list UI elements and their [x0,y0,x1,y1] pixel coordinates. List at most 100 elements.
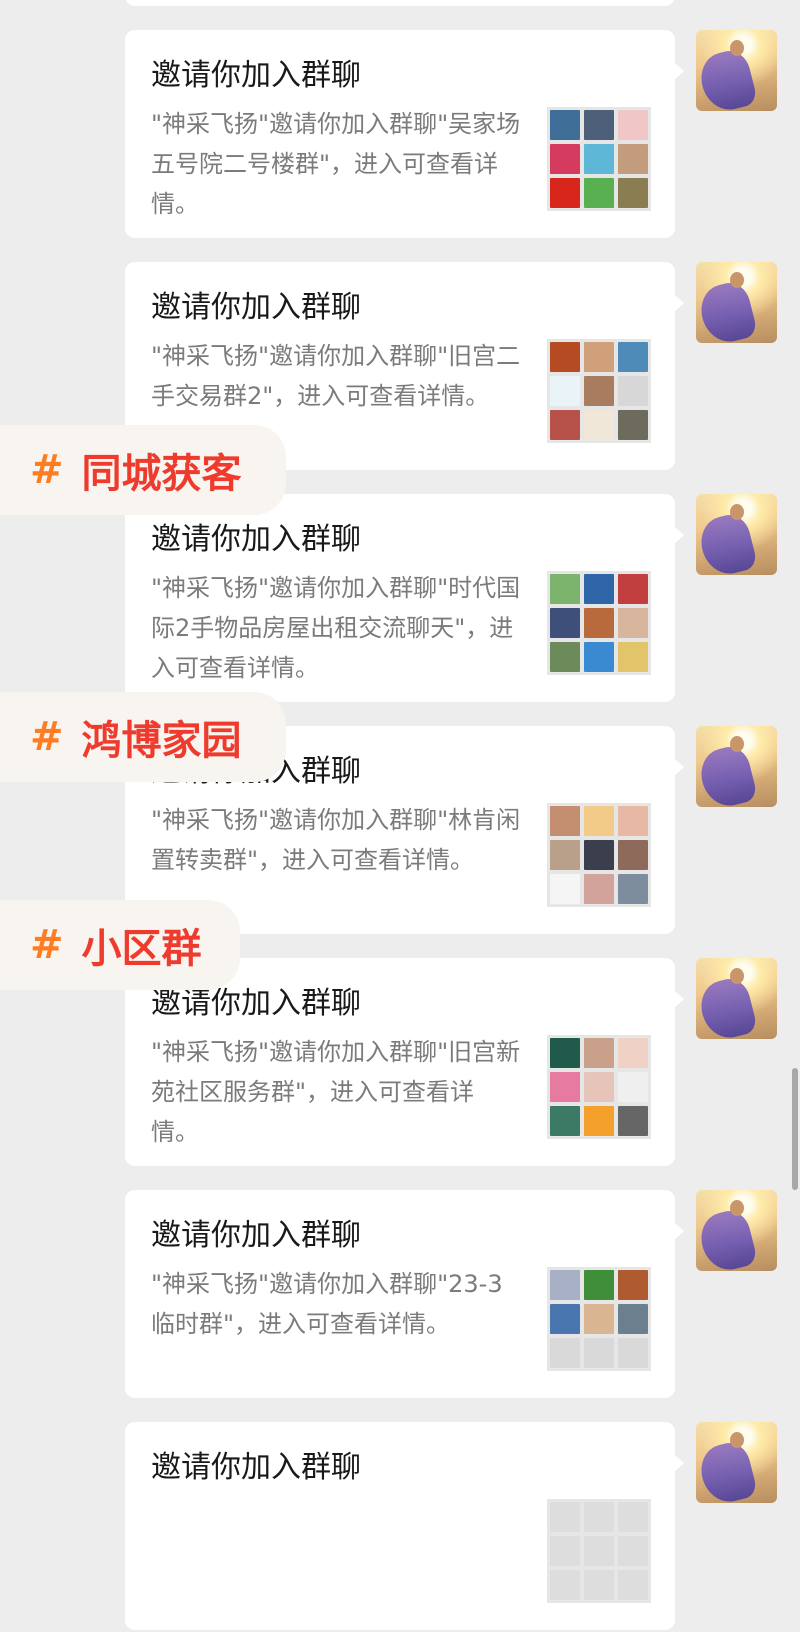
group-member-thumbnail [550,806,580,836]
group-member-thumbnail [550,1570,580,1600]
group-member-thumbnail [550,608,580,638]
group-member-thumbnail [618,342,648,372]
invite-card-title: 邀请你加入群聊 [151,290,361,325]
sender-avatar[interactable] [696,494,777,575]
group-member-thumbnail [584,1570,614,1600]
chat-area[interactable]: 邀请你加入群聊 "神采飞扬"邀请你加入群聊"吴家场五号院二号楼群"，进入可查看详情… [0,0,800,1630]
group-member-thumbnail [584,410,614,440]
group-member-thumbnail [550,342,580,372]
group-member-thumbnail [618,874,648,904]
avatar-figure [696,1206,759,1271]
group-member-thumbnail [584,1072,614,1102]
avatar-head [730,736,744,752]
group-invite-card[interactable]: 邀请你加入群聊 [125,1422,684,1630]
group-member-thumbnail [584,342,614,372]
group-member-thumbnail [584,806,614,836]
sender-avatar[interactable] [696,1190,777,1271]
group-member-thumbnail [618,1304,648,1334]
avatar-figure [696,278,759,343]
group-member-thumbnail [550,144,580,174]
group-member-thumbnail [550,1072,580,1102]
group-invite-message: 邀请你加入群聊 "神采飞扬"邀请你加入群聊"23-3临时群"，进入可查看详情。 [0,1190,800,1400]
sender-avatar[interactable] [696,1422,777,1503]
group-member-thumbnail [550,1536,580,1566]
group-invite-message: 邀请你加入群聊 [0,1422,800,1632]
group-invite-card[interactable]: 邀请你加入群聊 "神采飞扬"邀请你加入群聊"23-3临时群"，进入可查看详情。 [125,1190,684,1398]
group-member-thumbnail [584,110,614,140]
group-member-thumbnail [550,874,580,904]
group-member-thumbnail [550,1270,580,1300]
group-member-thumbnail [618,1106,648,1136]
group-member-thumbnail [550,1106,580,1136]
group-member-thumbnail [584,1502,614,1532]
group-member-thumbnail [618,806,648,836]
avatar-head [730,272,744,288]
group-avatar-grid [547,1499,651,1603]
group-member-thumbnail [550,1338,580,1368]
avatar-head [730,504,744,520]
hashtag-text: 小区群 [81,926,202,972]
sender-avatar[interactable] [696,30,777,111]
sender-avatar[interactable] [696,726,777,807]
avatar-figure [696,742,759,807]
group-member-thumbnail [584,1038,614,1068]
avatar-figure [696,1438,759,1503]
sender-avatar[interactable] [696,262,777,343]
hashtag-text: 同城获客 [81,451,242,497]
invite-card-description: "神采飞扬"邀请你加入群聊"时代国际2手物品房屋出租交流聊天"，进入可查看详情。 [151,574,521,682]
invite-card-title: 邀请你加入群聊 [151,58,361,93]
group-member-thumbnail [584,840,614,870]
group-invite-card[interactable]: 邀请你加入群聊 "神采飞扬"邀请你加入群聊"时代国际2手物品房屋出租交流聊天"，进… [125,494,684,702]
group-member-thumbnail [550,376,580,406]
group-member-thumbnail [584,376,614,406]
group-member-thumbnail [584,1106,614,1136]
group-avatar-grid [547,1035,651,1139]
group-avatar-grid [547,339,651,443]
avatar-head [730,968,744,984]
sender-avatar[interactable] [696,958,777,1039]
invite-card-title: 邀请你加入群聊 [151,1218,361,1253]
group-member-thumbnail [550,1304,580,1334]
group-member-thumbnail [550,1502,580,1532]
group-avatar-grid [547,107,651,211]
avatar-figure [696,46,759,111]
avatar-figure [696,974,759,1039]
group-member-thumbnail [618,840,648,870]
invite-card-title: 邀请你加入群聊 [151,1450,361,1485]
group-avatar-grid [547,803,651,907]
hashtag-label: # 小区群 [0,900,240,990]
scrollbar[interactable] [792,1068,798,1190]
avatar-figure [696,510,759,575]
group-member-thumbnail [618,110,648,140]
group-member-thumbnail [550,178,580,208]
group-member-thumbnail [618,1570,648,1600]
group-member-thumbnail [618,178,648,208]
group-invite-message: 邀请你加入群聊 "神采飞扬"邀请你加入群聊"时代国际2手物品房屋出租交流聊天"，进… [0,494,800,704]
group-member-thumbnail [618,1338,648,1368]
hashtag-symbol: # [30,714,64,760]
group-member-thumbnail [550,642,580,672]
invite-card-description: "神采飞扬"邀请你加入群聊"吴家场五号院二号楼群"，进入可查看详情。 [151,110,521,218]
group-member-thumbnail [584,574,614,604]
group-member-thumbnail [618,1270,648,1300]
previous-message-bubble[interactable] [125,0,675,6]
hashtag-text: 鸿博家园 [81,718,242,764]
group-member-thumbnail [618,376,648,406]
group-member-thumbnail [584,642,614,672]
group-member-thumbnail [618,642,648,672]
group-member-thumbnail [618,1038,648,1068]
hashtag-symbol: # [30,922,64,968]
group-member-thumbnail [584,1536,614,1566]
invite-card-title: 邀请你加入群聊 [151,522,361,557]
group-member-thumbnail [550,110,580,140]
group-invite-message: 邀请你加入群聊 "神采飞扬"邀请你加入群聊"吴家场五号院二号楼群"，进入可查看详情… [0,30,800,240]
group-member-thumbnail [550,410,580,440]
group-member-thumbnail [584,144,614,174]
invite-card-description: "神采飞扬"邀请你加入群聊"旧宫新苑社区服务群"，进入可查看详情。 [151,1038,521,1146]
group-member-thumbnail [618,574,648,604]
avatar-head [730,1200,744,1216]
hashtag-label: # 同城获客 [0,425,286,515]
group-invite-card[interactable]: 邀请你加入群聊 "神采飞扬"邀请你加入群聊"吴家场五号院二号楼群"，进入可查看详情… [125,30,684,238]
group-member-thumbnail [584,1304,614,1334]
invite-card-description: "神采飞扬"邀请你加入群聊"23-3临时群"，进入可查看详情。 [151,1270,503,1338]
